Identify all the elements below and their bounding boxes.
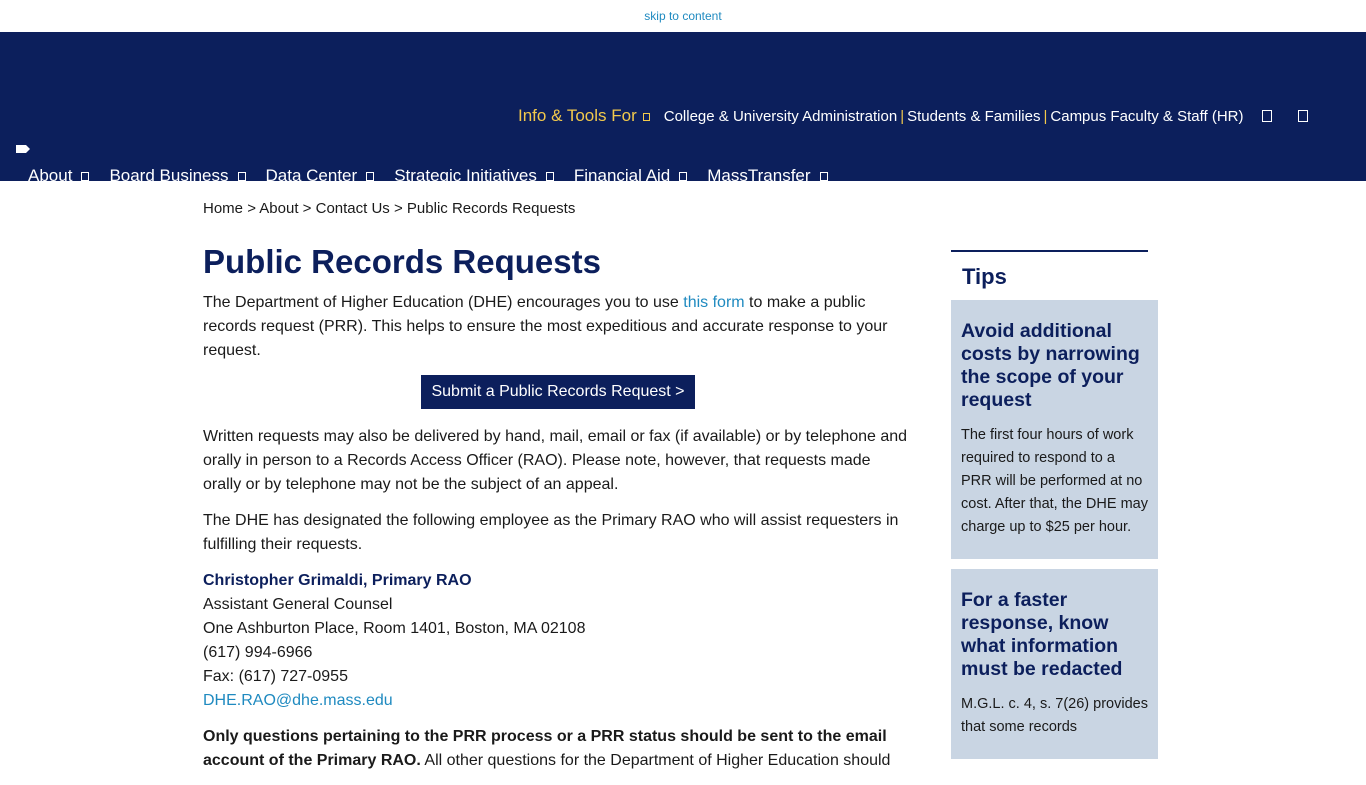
dropdown-icon — [366, 171, 375, 181]
tips-divider — [951, 250, 1148, 252]
nav-item-board-business[interactable]: Board Business — [109, 166, 246, 186]
rao-contact-block: Christopher Grimaldi, Primary RAO Assist… — [203, 569, 913, 713]
tips-title: Tips — [962, 264, 1007, 289]
rao-address: One Ashburton Place, Room 1401, Boston, … — [203, 620, 586, 637]
breadcrumb: Home > About > Contact Us > Public Recor… — [203, 200, 575, 217]
tip-body: The first four hours of work required to… — [961, 427, 1148, 535]
separator: | — [1043, 107, 1048, 125]
breadcrumb-contact-us[interactable]: Contact Us — [316, 200, 390, 217]
dropdown-icon — [545, 171, 554, 181]
tip-heading: For a faster response, know what informa… — [961, 589, 1123, 680]
rao-phone: (617) 994-6966 — [203, 644, 313, 661]
written-requests-paragraph: Written requests may also be delivered b… — [203, 428, 908, 493]
nav-item-masstransfer[interactable]: MassTransfer — [707, 166, 828, 186]
nav-item-financial-aid[interactable]: Financial Aid — [573, 166, 688, 186]
audience-link-college-admin[interactable]: College & University Administration — [664, 108, 897, 125]
designation-paragraph: The DHE has designated the following emp… — [203, 512, 899, 553]
dropdown-icon — [237, 171, 246, 181]
dropdown-icon — [819, 171, 828, 181]
rao-name: Christopher Grimaldi, Primary RAO — [203, 572, 472, 589]
intro-paragraph: The Department of Higher Education (DHE)… — [203, 291, 913, 363]
info-tools-label: Info & Tools For — [518, 106, 637, 125]
main-content: Public Records Requests The Department o… — [203, 243, 913, 785]
rao-fax: Fax: (617) 727-0955 — [203, 668, 348, 685]
nav-item-label: Strategic Initiatives — [394, 166, 537, 185]
skip-bar: skip to content — [0, 0, 1366, 32]
search-icon[interactable] — [1261, 110, 1272, 122]
menu-icon[interactable] — [1297, 110, 1308, 122]
dropdown-icon — [642, 112, 650, 121]
questions-text: All other questions for the Department o… — [420, 752, 891, 769]
tip-body: M.G.L. c. 4, s. 7(26) provides that some… — [961, 696, 1148, 735]
dropdown-icon — [679, 171, 688, 181]
nav-item-label: Data Center — [265, 166, 358, 185]
site-header: Info & Tools For College & University Ad… — [0, 32, 1366, 185]
nav-item-label: Board Business — [109, 166, 229, 185]
breadcrumb-separator: > — [302, 200, 312, 217]
submit-request-button[interactable]: Submit a Public Records Request > — [421, 375, 695, 409]
audience-link-faculty-staff[interactable]: Campus Faculty & Staff (HR) — [1050, 108, 1243, 125]
this-form-link[interactable]: this form — [683, 294, 744, 311]
breadcrumb-current: Public Records Requests — [406, 200, 576, 217]
skip-to-content-link[interactable]: skip to content — [644, 9, 721, 23]
nav-item-data-center[interactable]: Data Center — [266, 166, 375, 186]
breadcrumb-about[interactable]: About — [259, 200, 298, 217]
audience-link-students-families[interactable]: Students & Families — [907, 108, 1040, 125]
logo-icon[interactable] — [16, 145, 30, 153]
questions-paragraph: Only questions pertaining to the PRR pro… — [203, 725, 913, 773]
nav-item-strategic-initiatives[interactable]: Strategic Initiatives — [394, 166, 554, 186]
dropdown-icon — [81, 171, 90, 181]
intro-text: The Department of Higher Education (DHE)… — [203, 294, 684, 311]
breadcrumb-separator: > — [393, 200, 403, 217]
tip-heading: Avoid additional costs by narrowing the … — [961, 320, 1140, 411]
cta-wrapper: Submit a Public Records Request > — [203, 375, 913, 409]
rao-email-link[interactable]: DHE.RAO@dhe.mass.edu — [203, 692, 393, 709]
breadcrumb-separator: > — [247, 200, 256, 217]
nav-item-label: About — [28, 166, 73, 185]
info-tools-bar: Info & Tools For College & University Ad… — [518, 106, 1336, 126]
nav-item-label: MassTransfer — [707, 166, 811, 185]
page-title: Public Records Requests — [203, 243, 601, 280]
tip-card: Avoid additional costs by narrowing the … — [951, 300, 1158, 559]
nav-item-about[interactable]: About — [28, 166, 90, 186]
tip-card: For a faster response, know what informa… — [951, 569, 1158, 759]
info-tools-toggle[interactable]: Info & Tools For — [518, 106, 650, 126]
audience-links: College & University Administration | Stud… — [664, 108, 1244, 125]
rao-title: Assistant General Counsel — [203, 596, 393, 613]
tips-sidebar: Tips Avoid additional costs by narrowing… — [951, 250, 1158, 769]
separator: | — [900, 107, 905, 125]
breadcrumb-home[interactable]: Home — [203, 200, 243, 217]
nav-item-label: Financial Aid — [573, 166, 671, 185]
main-nav: About Board Business Data Center Strateg… — [28, 166, 848, 186]
